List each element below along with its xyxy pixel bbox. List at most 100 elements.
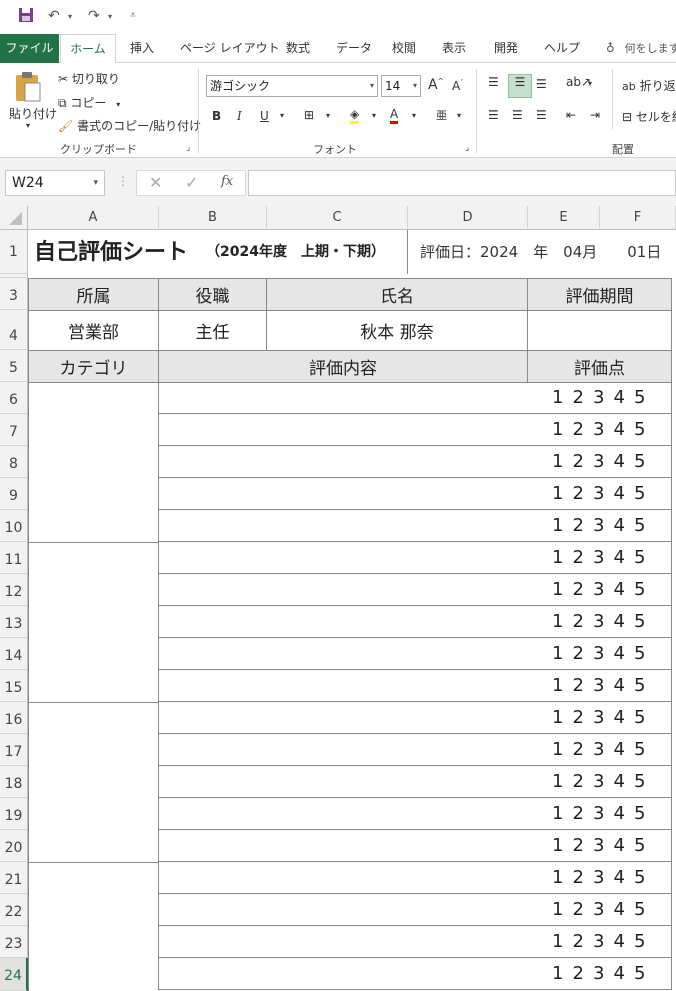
row-header[interactable]: 14 — [0, 638, 28, 670]
align-right-icon[interactable]: ☰ — [536, 108, 547, 122]
evaluation-content-cell[interactable] — [158, 382, 528, 414]
score-cell[interactable]: 12345 — [527, 478, 672, 510]
decrease-font-size-icon[interactable]: Aˇ — [452, 79, 464, 93]
score-cell[interactable]: 12345 — [527, 542, 672, 574]
font-color-dropdown-icon[interactable]: ▾ — [412, 111, 416, 120]
name-box[interactable]: W24 ▾ — [5, 170, 105, 196]
font-name-dropdown[interactable]: 游ゴシック ▾ — [206, 75, 378, 97]
name-value[interactable]: 秋本 那奈 — [266, 310, 528, 351]
evaluation-content-cell[interactable] — [158, 862, 528, 894]
cancel-icon[interactable]: ✕ — [149, 173, 162, 192]
font-launcher-icon[interactable]: ⌟ — [465, 143, 469, 153]
category-cell[interactable] — [28, 862, 159, 991]
evaluation-content-cell[interactable] — [158, 798, 528, 830]
row-header[interactable]: 6 — [0, 382, 28, 414]
tab-view[interactable]: 表示 — [436, 34, 472, 63]
score-cell[interactable]: 12345 — [527, 798, 672, 830]
row-header[interactable]: 22 — [0, 894, 28, 926]
paste-dropdown-icon[interactable]: ▾ — [26, 121, 30, 130]
score-cell[interactable]: 12345 — [527, 382, 672, 414]
column-header-c[interactable]: C — [267, 206, 408, 230]
dept-value[interactable]: 営業部 — [28, 310, 159, 351]
redo-dropdown-icon[interactable]: ▾ — [108, 12, 112, 21]
select-all-corner[interactable] — [0, 206, 28, 230]
evaluation-content-cell[interactable] — [158, 414, 528, 446]
column-header-e[interactable]: E — [528, 206, 600, 230]
column-header-f[interactable]: F — [600, 206, 676, 230]
score-cell[interactable]: 12345 — [527, 734, 672, 766]
row-header[interactable]: 8 — [0, 446, 28, 478]
score-cell[interactable]: 12345 — [527, 862, 672, 894]
tab-page-layout[interactable]: ページ レイアウト — [174, 34, 286, 63]
row-header[interactable]: 16 — [0, 702, 28, 734]
evaluation-content-cell[interactable] — [158, 766, 528, 798]
row-header[interactable]: 1 — [0, 230, 28, 274]
score-cell[interactable]: 12345 — [527, 926, 672, 958]
evaluation-content-cell[interactable] — [158, 830, 528, 862]
evaluation-content-cell[interactable] — [158, 670, 528, 702]
category-cell[interactable] — [28, 382, 159, 543]
row-header[interactable]: 11 — [0, 542, 28, 574]
evaluation-content-cell[interactable] — [158, 734, 528, 766]
increase-font-size-icon[interactable]: A^ — [428, 77, 443, 93]
evaluation-content-cell[interactable] — [158, 478, 528, 510]
align-bottom-icon[interactable]: ☰ — [536, 77, 547, 91]
row-header[interactable]: 7 — [0, 414, 28, 446]
font-color-icon[interactable]: A — [390, 107, 399, 124]
clipboard-launcher-icon[interactable]: ⌟ — [186, 143, 190, 153]
row-header[interactable]: 17 — [0, 734, 28, 766]
undo-icon[interactable]: ↶ — [48, 8, 60, 24]
bold-button[interactable]: B — [212, 109, 221, 123]
decrease-indent-icon[interactable]: ⇤ — [566, 108, 576, 122]
score-cell[interactable]: 12345 — [527, 510, 672, 542]
score-cell[interactable]: 12345 — [527, 446, 672, 478]
redo-icon[interactable]: ↷ — [88, 8, 100, 24]
tab-insert[interactable]: 挿入 — [124, 34, 160, 63]
row-header[interactable]: 10 — [0, 510, 28, 542]
tab-home[interactable]: ホーム — [60, 34, 116, 64]
cut-button[interactable]: ✂ 切り取り — [58, 70, 120, 87]
evaluation-content-cell[interactable] — [158, 606, 528, 638]
score-cell[interactable]: 12345 — [527, 702, 672, 734]
score-cell[interactable]: 12345 — [527, 766, 672, 798]
undo-dropdown-icon[interactable]: ▾ — [68, 12, 72, 21]
tab-review[interactable]: 校閲 — [386, 34, 422, 63]
tab-file[interactable]: ファイル — [0, 34, 59, 63]
evaluation-content-cell[interactable] — [158, 574, 528, 606]
underline-button[interactable]: U — [260, 109, 269, 123]
column-header-d[interactable]: D — [408, 206, 528, 230]
column-header-a[interactable]: A — [28, 206, 159, 230]
italic-button[interactable]: I — [237, 109, 242, 123]
score-cell[interactable]: 12345 — [527, 574, 672, 606]
evaluation-content-cell[interactable] — [158, 542, 528, 574]
score-cell[interactable]: 12345 — [527, 670, 672, 702]
row-header[interactable]: 3 — [0, 278, 28, 310]
evaluation-content-cell[interactable] — [158, 926, 528, 958]
tab-formulas[interactable]: 数式 — [280, 34, 316, 63]
row-header[interactable]: 20 — [0, 830, 28, 862]
evaluation-content-cell[interactable] — [158, 894, 528, 926]
evaluation-content-cell[interactable] — [158, 446, 528, 478]
align-top-icon[interactable]: ☰ — [488, 75, 499, 89]
row-header[interactable]: 5 — [0, 350, 28, 382]
borders-dropdown-icon[interactable]: ▾ — [326, 111, 330, 120]
orientation-dropdown-icon[interactable]: ▾ — [588, 79, 592, 88]
save-icon[interactable] — [18, 7, 34, 27]
evaluation-content-cell[interactable] — [158, 958, 528, 990]
row-header[interactable]: 19 — [0, 798, 28, 830]
row-header[interactable]: 4 — [0, 310, 28, 350]
merge-center-button[interactable]: ⊟ セルを結 — [622, 108, 676, 125]
row-header[interactable]: 15 — [0, 670, 28, 702]
phonetic-dropdown-icon[interactable]: ▾ — [457, 111, 461, 120]
copy-button[interactable]: ⧉ コピー ▾ — [58, 94, 120, 111]
function-icon[interactable]: fx — [221, 174, 233, 189]
score-cell[interactable]: 12345 — [527, 606, 672, 638]
fill-color-dropdown-icon[interactable]: ▾ — [372, 111, 376, 120]
row-header[interactable]: 18 — [0, 766, 28, 798]
enter-icon[interactable]: ✓ — [185, 173, 198, 192]
row-header-selected[interactable]: 24 — [0, 958, 28, 991]
evaluation-content-cell[interactable] — [158, 510, 528, 542]
row-header[interactable]: 13 — [0, 606, 28, 638]
row-header[interactable]: 9 — [0, 478, 28, 510]
tell-me-search[interactable]: ♁ 何をしますか — [600, 34, 676, 63]
